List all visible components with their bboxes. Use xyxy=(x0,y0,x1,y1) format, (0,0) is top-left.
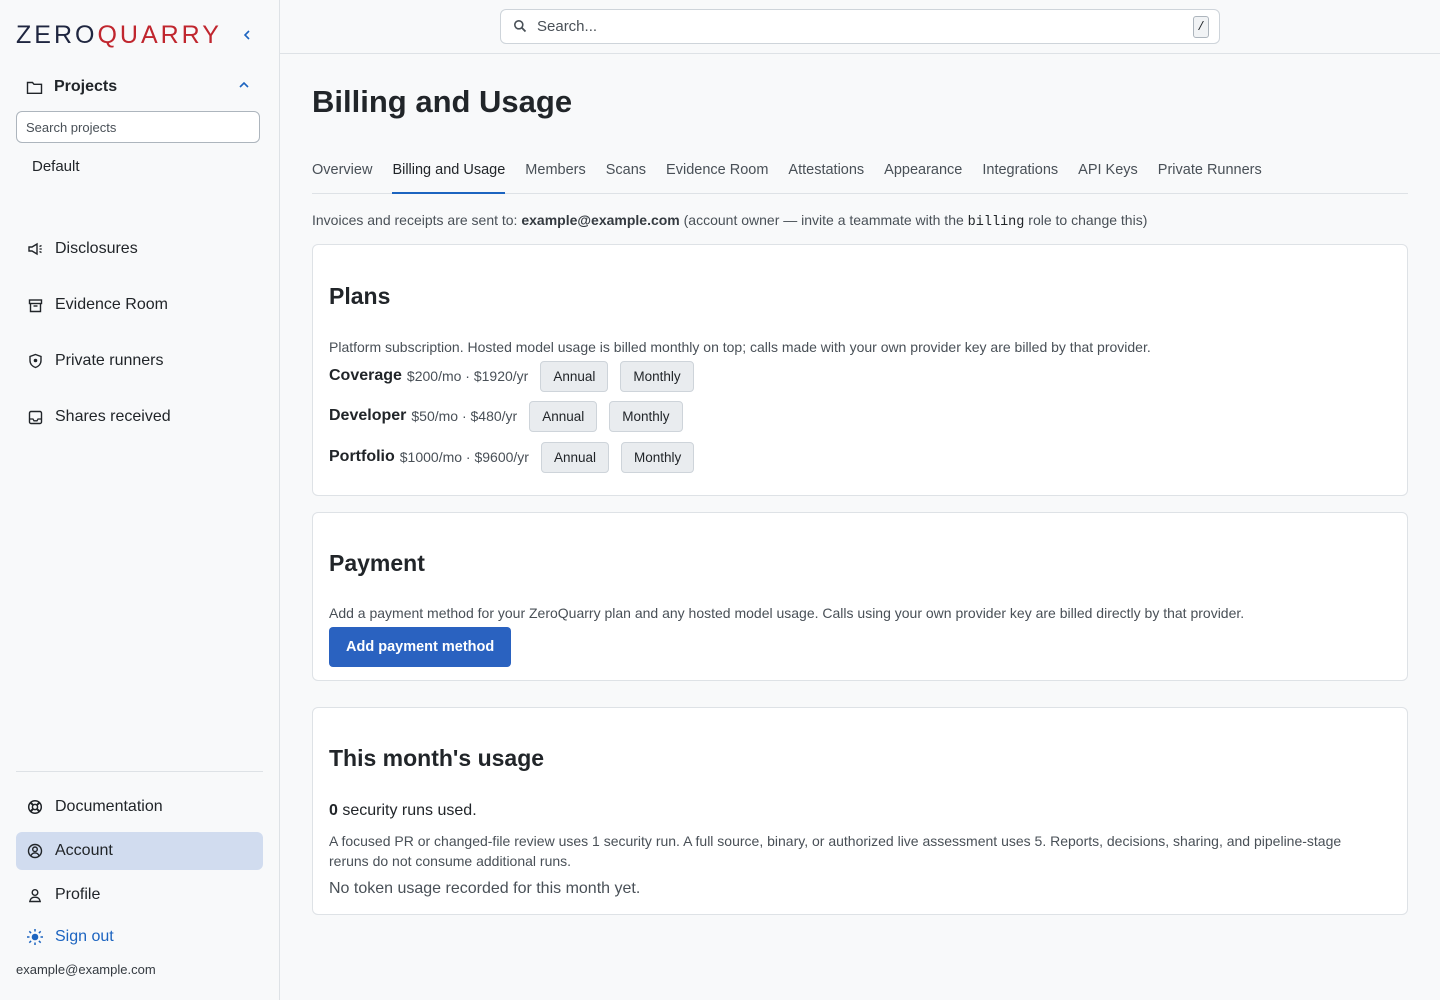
plan-row-portfolio: Portfolio $1000/mo · $9600/yr Annual Mon… xyxy=(329,441,706,473)
billing-role-code: billing xyxy=(967,215,1025,230)
portfolio-monthly-button[interactable]: Monthly xyxy=(621,441,695,473)
page-title: Billing and Usage xyxy=(312,84,573,119)
global-search-input[interactable] xyxy=(537,18,1157,35)
invoice-middle: (account owner — invite a teammate with … xyxy=(683,212,964,228)
plan-name: Coverage xyxy=(329,367,402,384)
developer-annual-button[interactable]: Annual xyxy=(529,400,598,432)
tab-overview[interactable]: Overview xyxy=(312,158,372,194)
sidebar: ZEROQUARRY Projects Default Disclosures … xyxy=(0,0,280,1000)
account-tabs: Overview Billing and Usage Members Scans… xyxy=(312,158,1408,194)
sidebar-item-label: Profile xyxy=(55,886,101,903)
sidebar-item-label: Shares received xyxy=(55,408,171,425)
archive-icon xyxy=(26,296,44,314)
usage-title: This month's usage xyxy=(329,745,545,771)
plan-price: $200/mo · $1920/yr xyxy=(406,368,529,384)
projects-section-header[interactable]: Projects xyxy=(16,72,260,102)
developer-monthly-button[interactable]: Monthly xyxy=(609,400,683,432)
sidebar-item-shares-received[interactable]: Shares received xyxy=(16,398,263,436)
tab-billing-and-usage[interactable]: Billing and Usage xyxy=(392,158,506,194)
sidebar-item-label: Documentation xyxy=(55,798,163,815)
invoice-suffix: role to change this) xyxy=(1028,212,1148,228)
search-shortcut-hint: / xyxy=(1193,16,1209,38)
plans-title: Plans xyxy=(329,283,391,309)
portfolio-annual-button[interactable]: Annual xyxy=(540,441,610,473)
lifebuoy-icon xyxy=(26,798,44,816)
projects-label: Projects xyxy=(54,78,118,95)
search-icon xyxy=(513,19,529,35)
brand-logo[interactable]: ZEROQUARRY xyxy=(16,18,222,52)
tab-evidence-room[interactable]: Evidence Room xyxy=(666,158,768,194)
collapse-sidebar-button[interactable] xyxy=(238,26,256,46)
folder-icon xyxy=(26,76,48,98)
sidebar-item-documentation[interactable]: Documentation xyxy=(16,788,263,826)
tab-appearance[interactable]: Appearance xyxy=(884,158,962,194)
plans-card: Plans Platform subscription. Hosted mode… xyxy=(312,244,1408,496)
sidebar-divider xyxy=(16,771,263,772)
plans-description: Platform subscription. Hosted model usag… xyxy=(329,339,1151,355)
tab-private-runners[interactable]: Private Runners xyxy=(1158,158,1262,194)
tab-members[interactable]: Members xyxy=(525,158,585,194)
plan-name: Portfolio xyxy=(329,448,395,465)
logo-text-zero: ZERO xyxy=(16,20,98,49)
plan-price: $50/mo · $480/yr xyxy=(411,408,518,424)
user-circle-icon xyxy=(26,842,44,860)
project-item-default[interactable]: Default xyxy=(32,158,80,175)
usage-explanation: A focused PR or changed-file review uses… xyxy=(329,833,1342,869)
shield-icon xyxy=(26,352,44,370)
user-icon xyxy=(26,886,44,904)
sidebar-item-label: Account xyxy=(55,842,113,859)
security-runs-label: security runs used. xyxy=(342,802,477,819)
tab-attestations[interactable]: Attestations xyxy=(788,158,864,194)
invoice-recipient-note: Invoices and receipts are sent to: examp… xyxy=(312,212,1147,230)
project-search-input[interactable] xyxy=(16,111,260,143)
security-runs-used: 0 security runs used. xyxy=(329,802,477,820)
usage-card: This month's usage 0 security runs used.… xyxy=(312,707,1408,915)
sidebar-item-label: Disclosures xyxy=(55,240,138,257)
payment-card: Payment Add a payment method for your Ze… xyxy=(312,512,1408,681)
coverage-monthly-button[interactable]: Monthly xyxy=(620,360,694,392)
tab-api-keys[interactable]: API Keys xyxy=(1078,158,1138,194)
logo-text-quarry: QUARRY xyxy=(97,20,222,49)
inbox-icon xyxy=(26,408,44,426)
sidebar-item-evidence-room[interactable]: Evidence Room xyxy=(16,286,263,324)
payment-description: Add a payment method for your ZeroQuarry… xyxy=(329,605,1245,621)
add-payment-method-button[interactable]: Add payment method xyxy=(329,627,512,667)
security-runs-count: 0 xyxy=(329,802,338,819)
user-email: example@example.com xyxy=(16,962,156,977)
chevron-left-icon xyxy=(243,30,250,40)
sidebar-item-private-runners[interactable]: Private runners xyxy=(16,342,263,380)
chevron-up-icon[interactable] xyxy=(238,78,250,93)
global-search[interactable]: / xyxy=(500,9,1220,44)
sidebar-item-label: Evidence Room xyxy=(55,296,168,313)
sidebar-item-disclosures[interactable]: Disclosures xyxy=(16,230,263,268)
plan-row-coverage: Coverage $200/mo · $1920/yr Annual Month… xyxy=(329,360,706,392)
sidebar-item-profile[interactable]: Profile xyxy=(16,876,263,914)
invoice-email: example@example.com xyxy=(521,212,680,228)
sidebar-item-account[interactable]: Account xyxy=(16,832,263,870)
sun-icon xyxy=(26,928,44,946)
invoice-prefix: Invoices and receipts are sent to: xyxy=(312,212,518,228)
plan-name: Developer xyxy=(329,407,407,424)
sidebar-item-label: Private runners xyxy=(55,352,164,369)
top-bar: / xyxy=(280,0,1440,54)
payment-title: Payment xyxy=(329,550,425,576)
megaphone-icon xyxy=(26,240,44,258)
tab-integrations[interactable]: Integrations xyxy=(982,158,1058,194)
sidebar-item-sign-out[interactable]: Sign out xyxy=(16,918,263,956)
sidebar-item-label: Sign out xyxy=(55,928,114,945)
tab-scans[interactable]: Scans xyxy=(606,158,646,194)
token-usage-status: No token usage recorded for this month y… xyxy=(329,880,641,897)
plan-price: $1000/mo · $9600/yr xyxy=(399,449,529,465)
plan-row-developer: Developer $50/mo · $480/yr Annual Monthl… xyxy=(329,400,695,432)
coverage-annual-button[interactable]: Annual xyxy=(540,360,609,392)
